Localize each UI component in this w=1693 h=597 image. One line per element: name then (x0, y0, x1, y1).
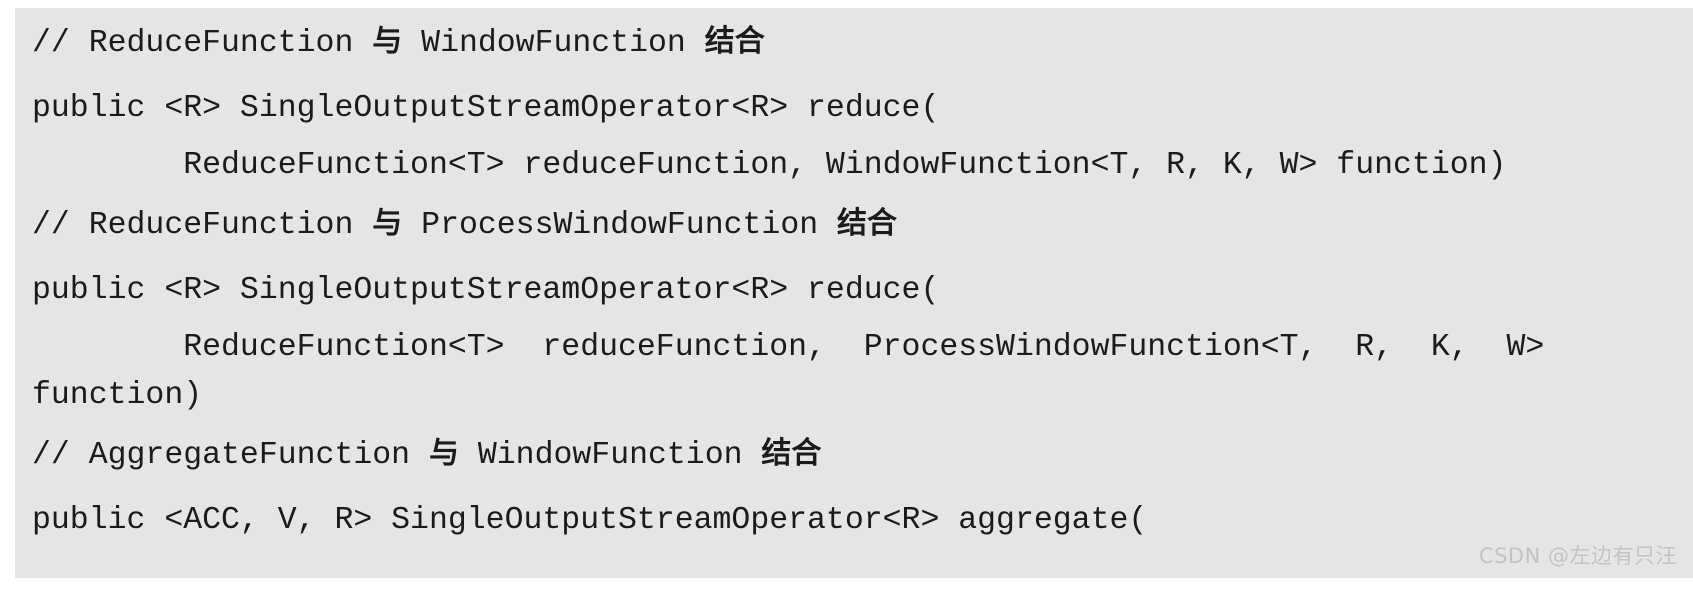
cjk-text: 与 (428, 436, 459, 471)
code-lines-container: // ReduceFunction 与 WindowFunction 结合 pu… (32, 8, 1687, 554)
code-block-panel: // ReduceFunction 与 WindowFunction 结合 pu… (15, 8, 1693, 578)
code-line-7-function-close-paren: function) (32, 378, 203, 413)
code-line-1-comment-reduce-window: // ReduceFunction 与 WindowFunction 结合 (32, 24, 765, 61)
code-line-9-aggregate-signature: public <ACC, V, R> SingleOutputStreamOpe… (32, 503, 1148, 538)
cjk-text: 结合 (761, 436, 822, 471)
cjk-text: 左边有只汪 (1569, 544, 1677, 568)
code-line-3-reduce-params: ReduceFunction<T> reduceFunction, Window… (32, 148, 1507, 183)
code-line-6-reduce-processwindow-params: ReduceFunction<T> reduceFunction, Proces… (32, 330, 1545, 365)
code-line-4-comment-reduce-processwindow: // ReduceFunction 与 ProcessWindowFunctio… (32, 206, 898, 243)
cjk-text: 与 (372, 24, 403, 59)
code-line-2-reduce-signature: public <R> SingleOutputStreamOperator<R>… (32, 91, 940, 126)
csdn-watermark: CSDN @左边有只汪 (1478, 544, 1677, 568)
code-line-5-reduce-signature-2: public <R> SingleOutputStreamOperator<R>… (32, 273, 940, 308)
cjk-text: 结合 (704, 24, 765, 59)
page-root: // ReduceFunction 与 WindowFunction 结合 pu… (0, 0, 1693, 597)
code-line-8-comment-aggregate-window: // AggregateFunction 与 WindowFunction 结合 (32, 436, 822, 473)
cjk-text: 与 (372, 206, 403, 241)
cjk-text: 结合 (837, 206, 898, 241)
